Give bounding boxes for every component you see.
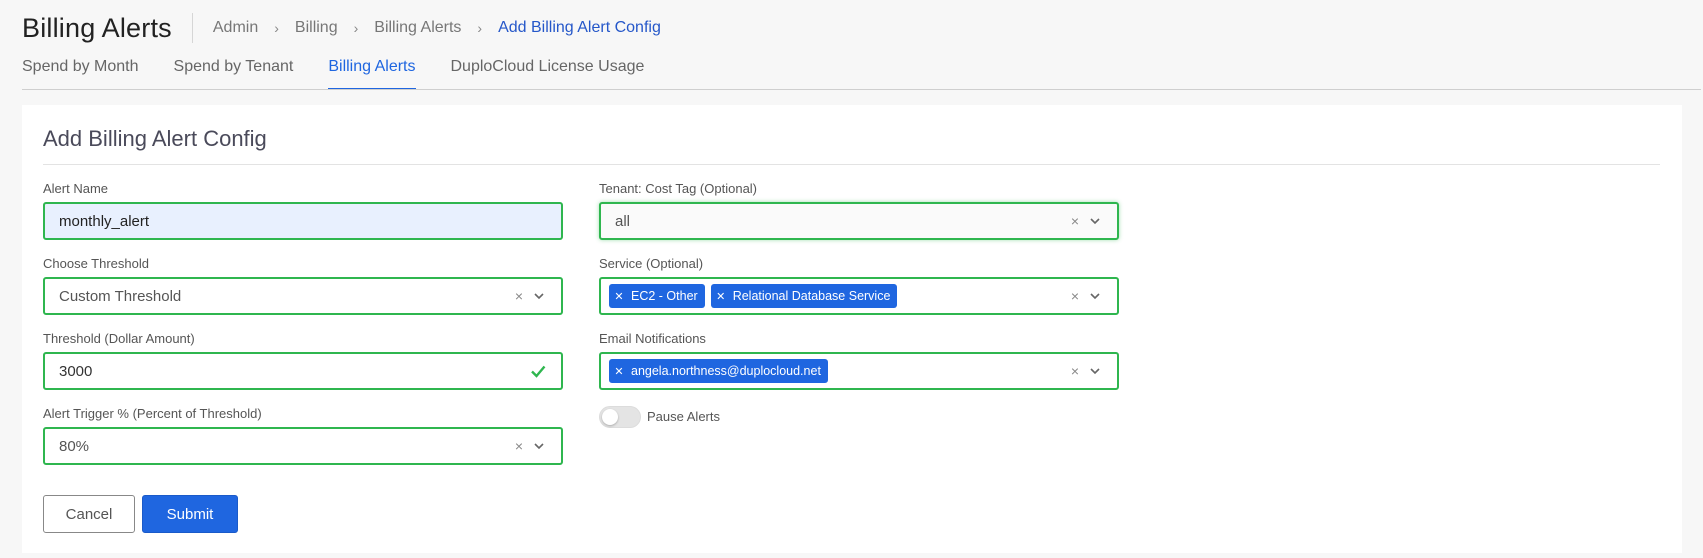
- breadcrumb-current: Add Billing Alert Config: [498, 19, 661, 36]
- breadcrumb-billing-alerts[interactable]: Billing Alerts: [374, 19, 461, 37]
- tenant-tag-select[interactable]: all ×: [599, 202, 1119, 240]
- page-header: Billing Alerts Admin › Billing › Billing…: [22, 10, 661, 46]
- chip-label: angela.northness@duplocloud.net: [631, 364, 821, 378]
- tab-billing-alerts[interactable]: Billing Alerts: [328, 56, 416, 90]
- submit-button[interactable]: Submit: [142, 495, 238, 533]
- chip-remove-icon[interactable]: ✕: [711, 290, 731, 303]
- alert-config-card: Add Billing Alert Config Alert Name mont…: [22, 105, 1682, 553]
- tenant-tag-label: Tenant: Cost Tag (Optional): [599, 181, 758, 196]
- trigger-percent-select[interactable]: 80% ×: [43, 427, 563, 465]
- chevron-down-icon[interactable]: [1087, 288, 1103, 304]
- toggle-knob: [602, 409, 618, 425]
- service-chip: ✕ Relational Database Service: [710, 284, 898, 308]
- chevron-down-icon[interactable]: [531, 438, 547, 454]
- chevron-down-icon[interactable]: [1087, 213, 1103, 229]
- page-title: Billing Alerts: [22, 12, 172, 43]
- tabs-divider: [22, 89, 1701, 90]
- choose-threshold-value: Custom Threshold: [59, 287, 182, 305]
- trigger-percent-label: Alert Trigger % (Percent of Threshold): [43, 406, 262, 421]
- chevron-right-icon: ›: [353, 20, 359, 36]
- chip-remove-icon[interactable]: ✕: [609, 365, 629, 378]
- card-divider: [43, 164, 1660, 165]
- choose-threshold-select[interactable]: Custom Threshold ×: [43, 277, 563, 315]
- chip-label: Relational Database Service: [732, 289, 891, 303]
- email-chip: ✕ angela.northness@duplocloud.net: [609, 359, 828, 383]
- service-label: Service (Optional): [599, 256, 704, 271]
- threshold-amount-value: 3000: [59, 362, 93, 380]
- threshold-amount-label: Threshold (Dollar Amount): [43, 331, 195, 346]
- pause-alerts-toggle[interactable]: [599, 406, 641, 428]
- chip-remove-icon[interactable]: ✕: [609, 290, 629, 303]
- check-icon: [531, 365, 546, 378]
- cancel-button[interactable]: Cancel: [43, 495, 135, 533]
- tab-license-usage[interactable]: DuploCloud License Usage: [451, 56, 645, 90]
- clear-icon[interactable]: ×: [1071, 213, 1079, 229]
- choose-threshold-label: Choose Threshold: [43, 256, 149, 271]
- tab-bar: Spend by Month Spend by Tenant Billing A…: [22, 56, 679, 90]
- chevron-down-icon[interactable]: [531, 288, 547, 304]
- chip-label: EC2 - Other: [631, 289, 698, 303]
- clear-icon[interactable]: ×: [515, 288, 523, 304]
- form-title: Add Billing Alert Config: [43, 126, 267, 151]
- breadcrumb: Admin › Billing › Billing Alerts › Add B…: [213, 19, 661, 37]
- tenant-tag-value: all: [615, 212, 631, 230]
- service-chip: ✕ EC2 - Other: [609, 284, 705, 308]
- chevron-right-icon: ›: [477, 20, 483, 36]
- clear-icon[interactable]: ×: [515, 438, 523, 454]
- tab-spend-by-month[interactable]: Spend by Month: [22, 56, 139, 90]
- trigger-percent-value: 80%: [59, 437, 90, 455]
- email-multiselect[interactable]: ✕ angela.northness@duplocloud.net ×: [599, 352, 1119, 390]
- alert-name-value: monthly_alert: [59, 212, 150, 230]
- tab-spend-by-tenant[interactable]: Spend by Tenant: [174, 56, 294, 90]
- chevron-right-icon: ›: [274, 20, 279, 36]
- chevron-down-icon[interactable]: [1087, 363, 1103, 379]
- threshold-amount-input[interactable]: 3000: [43, 352, 563, 390]
- clear-icon[interactable]: ×: [1071, 363, 1079, 379]
- header-divider: [191, 13, 193, 43]
- breadcrumb-admin[interactable]: Admin: [213, 19, 258, 37]
- clear-icon[interactable]: ×: [1071, 288, 1079, 304]
- email-chips: ✕ angela.northness@duplocloud.net: [609, 359, 1063, 383]
- alert-name-input[interactable]: monthly_alert: [43, 202, 563, 240]
- service-multiselect[interactable]: ✕ EC2 - Other ✕ Relational Database Serv…: [599, 277, 1119, 315]
- email-label: Email Notifications: [599, 331, 706, 346]
- alert-name-label: Alert Name: [43, 181, 109, 196]
- breadcrumb-billing[interactable]: Billing: [295, 19, 338, 37]
- service-chips: ✕ EC2 - Other ✕ Relational Database Serv…: [609, 284, 1063, 308]
- pause-alerts-label: Pause Alerts: [647, 409, 720, 424]
